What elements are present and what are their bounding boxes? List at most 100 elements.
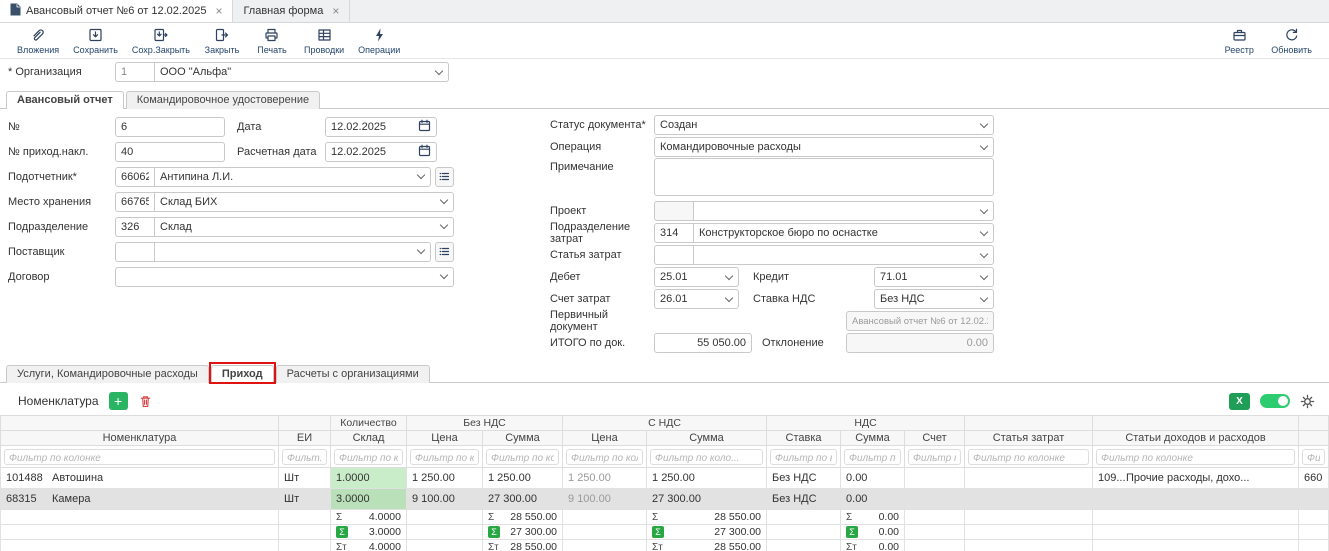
total-input[interactable]: [654, 333, 752, 353]
calendar-icon[interactable]: [418, 144, 431, 160]
storage-select[interactable]: Склад БИХ: [154, 192, 454, 212]
tab-raschety-s-organizaciyami[interactable]: Расчеты с организациями: [276, 365, 430, 383]
storage-code-input[interactable]: [115, 192, 155, 212]
tab-avansovyi-otchet[interactable]: Авансовый отчет: [6, 91, 124, 109]
filter-input[interactable]: [770, 449, 837, 465]
filter-input[interactable]: [4, 449, 275, 465]
supplier-select[interactable]: [154, 242, 431, 262]
project-select[interactable]: [693, 201, 994, 221]
registry-button[interactable]: Реестр: [1214, 24, 1264, 58]
cost-item-select[interactable]: [693, 245, 994, 265]
organization-select[interactable]: ООО "Альфа": [154, 62, 449, 82]
cell-vat-rate[interactable]: Без НДС: [767, 468, 841, 489]
cell-income-items[interactable]: [1093, 489, 1299, 510]
date-input[interactable]: 12.02.2025: [325, 117, 437, 137]
col-price-with-vat[interactable]: Цена: [563, 431, 647, 446]
accountable-lookup-button[interactable]: [435, 167, 454, 187]
no-input[interactable]: [115, 117, 225, 137]
col-price-no-vat[interactable]: Цена: [407, 431, 483, 446]
cell-vat-rate[interactable]: Без НДС: [767, 489, 841, 510]
supplier-code-input[interactable]: [115, 242, 155, 262]
cell-account[interactable]: [905, 468, 965, 489]
col-cost-item[interactable]: Статья затрат: [965, 431, 1093, 446]
cell-sum-no-vat[interactable]: 27 300.00: [483, 489, 563, 510]
cell-sum-with-vat[interactable]: 27 300.00: [647, 489, 767, 510]
cell-unit[interactable]: Шт: [279, 468, 331, 489]
project-code-input[interactable]: [654, 201, 694, 221]
cell-price-no-vat[interactable]: 1 250.00: [407, 468, 483, 489]
filter-input[interactable]: [410, 449, 479, 465]
department-code-input[interactable]: [115, 217, 155, 237]
note-textarea[interactable]: [654, 158, 994, 196]
window-tab-document[interactable]: Авансовый отчет №6 от 12.02.2025 ×: [0, 0, 233, 22]
supplier-lookup-button[interactable]: [435, 242, 454, 262]
cell-nomenclature[interactable]: 101488Автошина: [1, 468, 279, 489]
cell-unit[interactable]: Шт: [279, 489, 331, 510]
prihod-no-input[interactable]: [115, 142, 225, 162]
cell-income-items[interactable]: 109...Прочие расходы, дохо...: [1093, 468, 1299, 489]
col-sum-with-vat[interactable]: Сумма: [647, 431, 767, 446]
department-select[interactable]: Склад: [154, 217, 454, 237]
cell-sum-with-vat[interactable]: 1 250.00: [647, 468, 767, 489]
close-tab-icon[interactable]: ×: [215, 4, 222, 18]
filter-input[interactable]: [650, 449, 763, 465]
filter-input[interactable]: [566, 449, 643, 465]
col-warehouse-qty[interactable]: Склад: [331, 431, 407, 446]
cost-account-select[interactable]: 26.01: [654, 289, 739, 309]
cell-cost-item[interactable]: [965, 468, 1093, 489]
filter-input[interactable]: [334, 449, 403, 465]
col-vat-rate[interactable]: Ставка: [767, 431, 841, 446]
save-button[interactable]: Сохранить: [66, 24, 125, 58]
col-nomenclature[interactable]: Номенклатура: [1, 431, 279, 446]
cell-nomenclature[interactable]: 68315Камера: [1, 489, 279, 510]
settings-gear-icon[interactable]: [1300, 394, 1315, 409]
filter-input[interactable]: [486, 449, 559, 465]
accountable-select[interactable]: Антипина Л.И.: [154, 167, 431, 187]
cost-department-select[interactable]: Конструкторское бюро по оснастке: [693, 223, 994, 243]
table-row[interactable]: 101488Автошина Шт 1.0000 1 250.00 1 250.…: [1, 468, 1329, 489]
operation-select[interactable]: Командировочные расходы: [654, 137, 994, 157]
cell-vat-sum[interactable]: 0.00: [841, 468, 905, 489]
refresh-button[interactable]: Обновить: [1264, 24, 1319, 58]
cell-price-with-vat[interactable]: 1 250.00: [563, 468, 647, 489]
add-row-button[interactable]: +: [109, 392, 128, 410]
accountable-code-input[interactable]: [115, 167, 155, 187]
col-vat-sum[interactable]: Сумма: [841, 431, 905, 446]
filter-input[interactable]: [968, 449, 1089, 465]
close-tab-icon[interactable]: ×: [332, 4, 339, 18]
credit-select[interactable]: 71.01: [874, 267, 994, 287]
col-unit[interactable]: ЕИ: [279, 431, 331, 446]
cell-sum-no-vat[interactable]: 1 250.00: [483, 468, 563, 489]
delete-row-icon[interactable]: [138, 394, 153, 409]
window-tab-main-form[interactable]: Главная форма ×: [233, 0, 350, 22]
cell-extra[interactable]: 660: [1299, 468, 1329, 489]
table-row-selected[interactable]: 68315Камера Шт 3.0000 9 100.00 27 300.00…: [1, 489, 1329, 510]
grid-view-toggle[interactable]: [1260, 394, 1290, 408]
attachments-button[interactable]: Вложения: [10, 24, 66, 58]
organization-code-input[interactable]: [115, 62, 155, 82]
tab-prihod[interactable]: Приход: [211, 365, 274, 383]
col-account[interactable]: Счет: [905, 431, 965, 446]
cost-department-code-input[interactable]: [654, 223, 694, 243]
filter-input[interactable]: [282, 449, 327, 465]
calendar-icon[interactable]: [418, 119, 431, 135]
save-close-button[interactable]: Сохр.Закрыть: [125, 24, 197, 58]
cell-price-no-vat[interactable]: 9 100.00: [407, 489, 483, 510]
filter-input[interactable]: [1302, 449, 1325, 465]
close-button[interactable]: Закрыть: [197, 24, 247, 58]
col-sum-no-vat[interactable]: Сумма: [483, 431, 563, 446]
status-select[interactable]: Создан: [654, 115, 994, 135]
filter-input[interactable]: [908, 449, 961, 465]
cost-item-code-input[interactable]: [654, 245, 694, 265]
print-button[interactable]: Печать: [247, 24, 297, 58]
excel-export-button[interactable]: X: [1229, 393, 1250, 410]
filter-input[interactable]: [1096, 449, 1295, 465]
cell-cost-item[interactable]: [965, 489, 1093, 510]
vat-rate-select[interactable]: Без НДС: [874, 289, 994, 309]
cell-warehouse-qty[interactable]: 3.0000: [331, 489, 407, 510]
filter-input[interactable]: [844, 449, 901, 465]
col-income-items[interactable]: Статьи доходов и расходов: [1093, 431, 1299, 446]
contract-select[interactable]: [115, 267, 454, 287]
operations-button[interactable]: Операции: [351, 24, 407, 58]
tab-uslugi-komandirovochnye[interactable]: Услуги, Командировочные расходы: [6, 365, 209, 383]
